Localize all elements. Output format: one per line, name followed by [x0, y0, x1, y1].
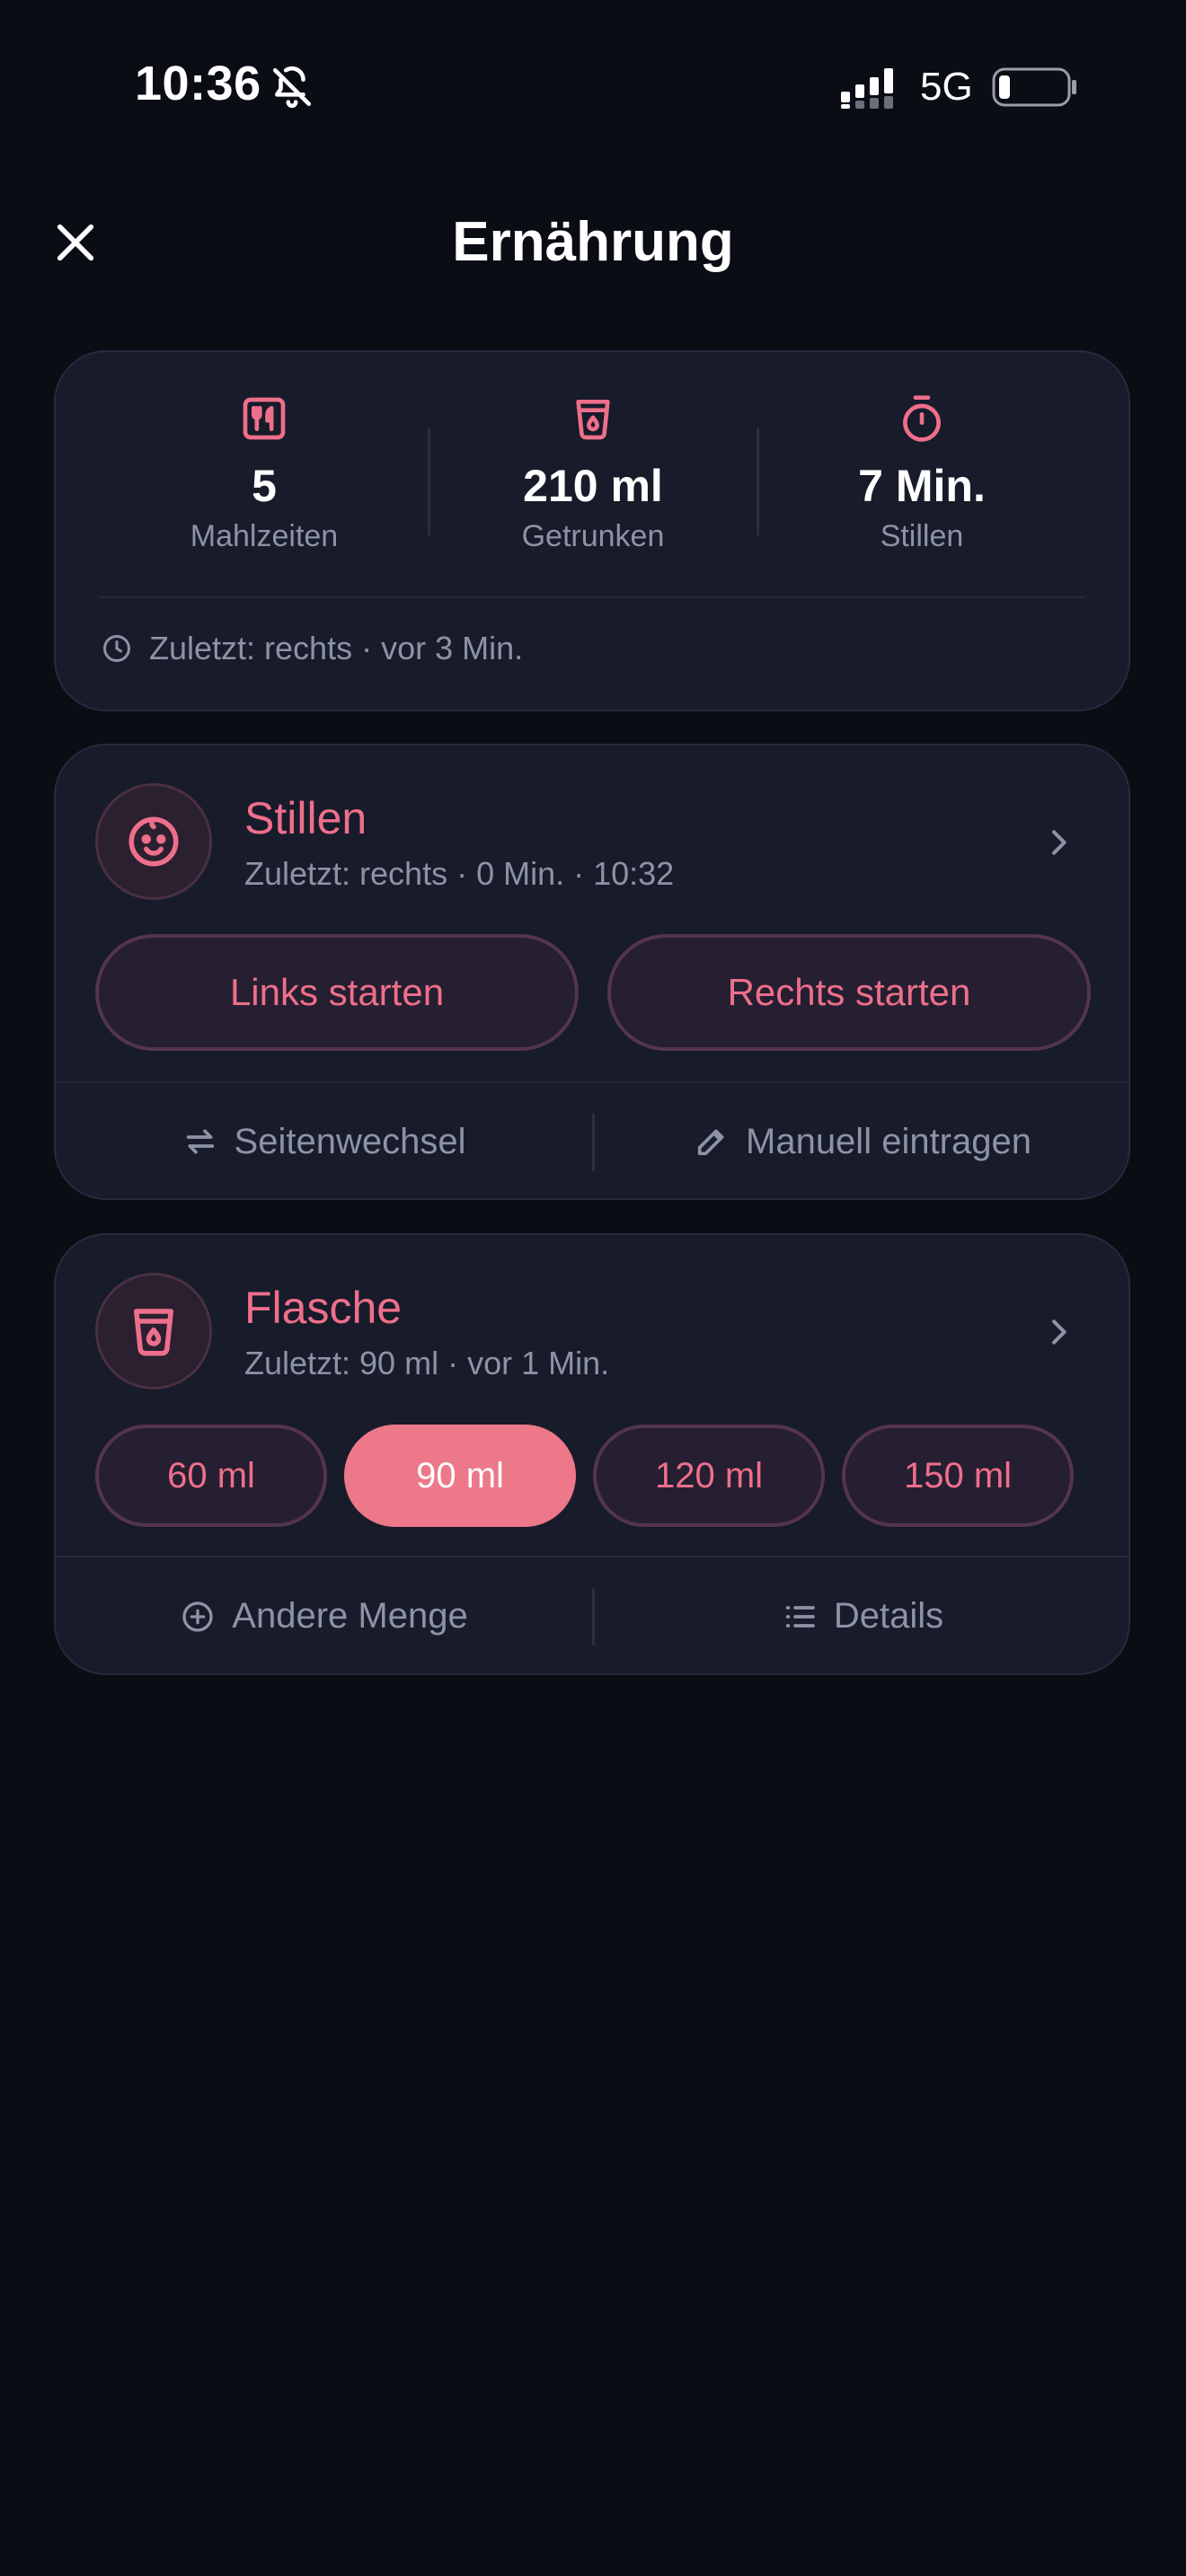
details-button[interactable]: Details [595, 1557, 1130, 1675]
stat-divider [428, 428, 430, 535]
meals-icon [243, 397, 286, 440]
summary-card: 5 Mahlzeiten 210 ml Getrunken 7 Min. Sti… [54, 350, 1130, 711]
bell-off-icon [272, 66, 312, 109]
side-switch-button[interactable]: Seitenwechsel [56, 1083, 592, 1200]
battery-icon [992, 67, 1076, 107]
flasche-subtitle: Zuletzt: 90 ml · vor 1 Min. [244, 1345, 610, 1381]
status-time: 10:36 [135, 57, 261, 110]
clock-icon [103, 635, 130, 662]
timer-icon [903, 395, 941, 442]
other-amount-label: Andere Menge [232, 1596, 468, 1636]
stat-nursing-value: 7 Min. [858, 461, 986, 511]
cup-icon [576, 400, 610, 440]
start-right-button[interactable]: Rechts starten [607, 934, 1091, 1051]
signal-icon [841, 68, 893, 109]
flasche-title: Flasche [244, 1283, 403, 1333]
manual-entry-label: Manuell eintragen [746, 1121, 1031, 1161]
other-amount-button[interactable]: Andere Menge [56, 1557, 592, 1675]
amount-chip[interactable]: 60 ml [95, 1425, 327, 1527]
stat-drunk: 210 ml Getrunken [431, 352, 755, 554]
last-feeding-text: Zuletzt: rechts · vor 3 Min. [149, 630, 524, 666]
stat-nursing-label: Stillen [880, 519, 964, 553]
stat-meals: 5 Mahlzeiten [102, 352, 426, 554]
stat-nursing: 7 Min. Stillen [760, 352, 1084, 554]
stat-divider [757, 428, 759, 535]
stat-drunk-value: 210 ml [523, 461, 663, 511]
flasche-avatar [95, 1273, 212, 1389]
stat-drunk-label: Getrunken [521, 519, 665, 553]
list-icon [785, 1605, 815, 1628]
stillen-card: Stillen Zuletzt: rechts · 0 Min. · 10:32… [54, 744, 1130, 1200]
chevron-right-icon[interactable] [1040, 1314, 1076, 1350]
cup-icon [134, 1309, 173, 1356]
last-feeding-row: Zuletzt: rechts · vor 3 Min. [101, 622, 523, 675]
amount-chip[interactable]: 120 ml [593, 1425, 825, 1527]
start-left-button[interactable]: Links starten [95, 934, 579, 1051]
details-label: Details [833, 1596, 944, 1636]
network-type: 5G [920, 65, 973, 109]
baby-face-icon [128, 816, 179, 867]
manual-entry-button[interactable]: Manuell eintragen [595, 1083, 1130, 1200]
side-switch-label: Seitenwechsel [234, 1121, 466, 1161]
stillen-avatar [95, 783, 212, 900]
page-title: Ernährung [452, 211, 734, 273]
plus-circle-icon [182, 1601, 213, 1632]
pencil-icon [697, 1129, 724, 1156]
divider [99, 596, 1085, 598]
stillen-subtitle: Zuletzt: rechts · 0 Min. · 10:32 [244, 855, 675, 892]
swap-icon [186, 1129, 214, 1154]
stat-meals-label: Mahlzeiten [190, 519, 339, 553]
flasche-card: Flasche Zuletzt: 90 ml · vor 1 Min. 60 m… [54, 1233, 1130, 1675]
amount-chip-selected[interactable]: 90 ml [344, 1425, 576, 1527]
stillen-title: Stillen [244, 793, 367, 843]
chevron-right-icon[interactable] [1040, 825, 1076, 860]
amount-chip[interactable]: 150 ml [842, 1425, 1074, 1527]
stat-meals-value: 5 [252, 461, 277, 511]
